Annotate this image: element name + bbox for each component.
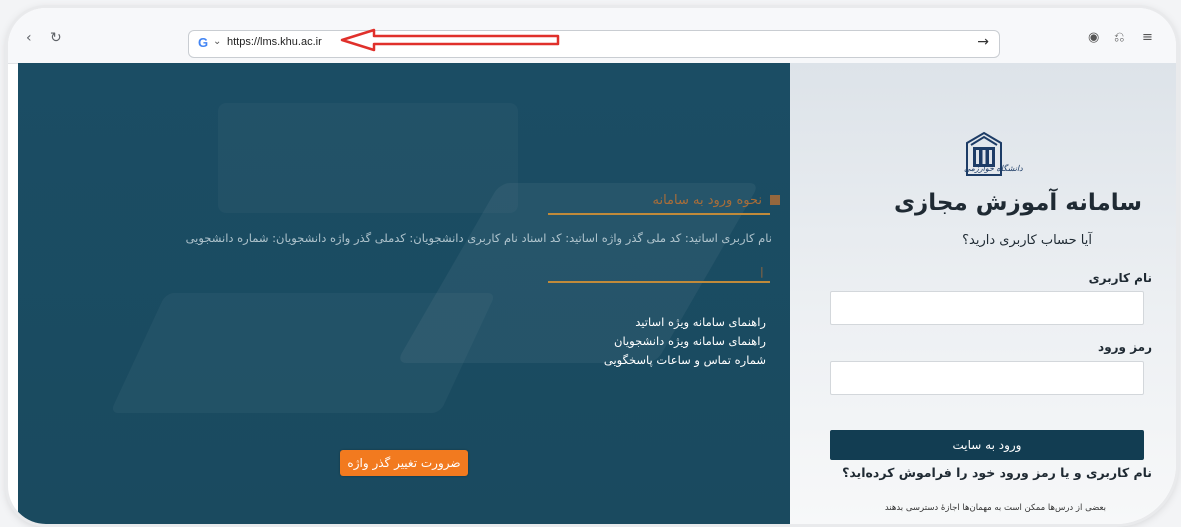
browser-window: ‹ ↻ G ⌄ https://lms.khu.ac.ir → ◉ ⎌ ≡ نح… — [8, 8, 1176, 524]
link-teachers-guide[interactable]: راهنمای سامانه ویژه اساتید — [604, 313, 766, 332]
username-label: نام کاربری — [1088, 271, 1152, 285]
reload-icon[interactable]: ↻ — [50, 30, 62, 46]
password-label: رمز ورود — [1098, 340, 1152, 354]
back-icon[interactable]: ‹ — [26, 30, 32, 46]
search-engine-icon[interactable]: G — [198, 35, 214, 51]
book-icon — [770, 195, 780, 205]
chevron-down-icon[interactable]: ⌄ — [213, 36, 221, 47]
link-contact-hours[interactable]: شماره تماس و ساعات پاسخگویی — [604, 351, 766, 370]
divider — [548, 281, 770, 283]
extensions-icon[interactable]: ⎌ — [1114, 30, 1124, 45]
background-laptop-shape — [110, 293, 496, 413]
help-links: راهنمای سامانه ویژه اساتید راهنمای سامان… — [604, 313, 766, 370]
divider — [548, 213, 770, 215]
login-button[interactable]: ورود به سایت — [830, 430, 1144, 460]
login-panel: دانشگاه خوارزمی سامانه آموزش مجازی آیا ح… — [790, 63, 1176, 524]
background-photo-overlay — [218, 103, 518, 213]
password-field[interactable] — [830, 361, 1144, 395]
guest-access-note: بعضی از درس‌ها ممکن است به مهمان‌ها اجاز… — [884, 503, 1106, 513]
address-bar[interactable]: G ⌄ https://lms.khu.ac.ir → — [188, 30, 1000, 58]
forgot-password-link[interactable]: نام کاربری و یا رمز ورود خود را فراموش ک… — [842, 465, 1152, 480]
go-arrow-icon[interactable]: → — [977, 34, 989, 50]
account-question: آیا حساب کاربری دارید؟ — [962, 233, 1092, 248]
menu-icon[interactable]: ≡ — [1142, 30, 1153, 45]
university-logo — [966, 131, 1002, 176]
info-panel: نحوه ورود به سامانه نام کاربری اساتید: ک… — [18, 63, 790, 524]
profile-icon[interactable]: ◉ — [1088, 30, 1099, 45]
howto-title: نحوه ورود به سامانه — [652, 193, 762, 208]
link-students-guide[interactable]: راهنمای سامانه ویژه دانشجویان — [604, 332, 766, 351]
logo-caption: دانشگاه خوارزمی — [964, 164, 1023, 173]
section-marker: | — [760, 265, 764, 278]
username-field[interactable] — [830, 291, 1144, 325]
login-instructions: نام کاربری اساتید: کد ملی گذر واژه اساتی… — [185, 231, 772, 245]
red-arrow-annotation — [340, 28, 560, 52]
url-text[interactable]: https://lms.khu.ac.ir — [227, 36, 322, 48]
browser-toolbar: ‹ ↻ G ⌄ https://lms.khu.ac.ir → ◉ ⎌ ≡ — [8, 8, 1176, 64]
change-password-button[interactable]: ضرورت تغییر گذر واژه — [340, 450, 468, 476]
page-title: سامانه آموزش مجازی — [893, 190, 1142, 216]
